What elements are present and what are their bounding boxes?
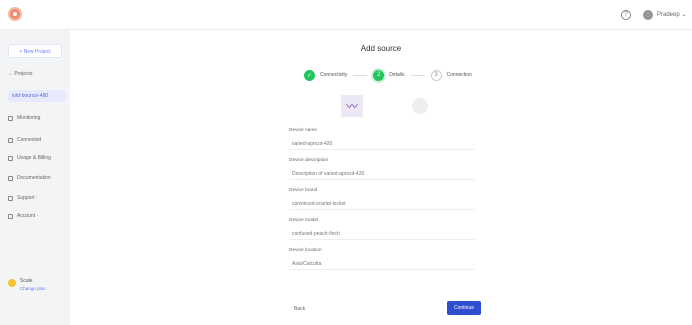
sidebar: + New Project ← Projects iotd-bounce-480…: [0, 30, 70, 325]
chart-icon: [8, 115, 13, 121]
help-icon: [8, 195, 13, 201]
sidebar-item-label: Account ·: [17, 213, 39, 219]
step-divider: [353, 74, 368, 76]
avatar[interactable]: [643, 10, 653, 20]
device-location-field[interactable]: Asia/Calcutta: [289, 258, 475, 270]
sidebar-item-label: ← Projects: [8, 71, 33, 77]
sidebar-item-label: Connected: [17, 137, 42, 143]
device-model-field[interactable]: confused-peach-finch: [289, 228, 475, 240]
user-menu[interactable]: Pradeep ⌄: [657, 11, 686, 18]
sidebar-item-projects[interactable]: ← Projects: [8, 68, 66, 80]
sidebar-item-documentation[interactable]: Documentation: [8, 172, 66, 184]
step-connection[interactable]: 3 Connection: [430, 69, 472, 81]
top-bar: ? Pradeep ⌄: [0, 0, 692, 30]
sidebar-item-usage-billing[interactable]: Usage & Billing: [8, 152, 66, 164]
sidebar-item-support[interactable]: Support ·: [8, 192, 66, 204]
app-logo-icon[interactable]: [8, 7, 22, 21]
device-model-label: Device model: [289, 218, 319, 223]
step-divider: [410, 74, 425, 76]
sidebar-item-label: Documentation: [17, 175, 51, 181]
step-number: 3: [430, 69, 442, 81]
sidebar-item-current-project[interactable]: iotd-bounce-480: [8, 90, 66, 102]
device-description-label: Device description: [289, 158, 329, 163]
rss-icon[interactable]: 〰: [341, 95, 363, 117]
user-icon: [8, 213, 13, 219]
step-connectivity[interactable]: ✓ Connectivity: [304, 69, 348, 81]
device-brand-label: Device brand: [289, 188, 318, 193]
plug-icon: [8, 137, 13, 143]
sidebar-item-monitoring[interactable]: Monitoring: [8, 112, 66, 124]
sidebar-item-label: Usage & Billing: [17, 155, 51, 161]
device-name-label: Device name: [289, 128, 317, 133]
check-icon: ✓: [304, 69, 315, 81]
step-number: 2: [373, 69, 385, 81]
main-content: Add source ✓ Connectivity 2 Details 3 Co…: [70, 30, 692, 325]
sidebar-item-account[interactable]: Account ·: [8, 210, 66, 222]
new-project-button[interactable]: + New Project: [8, 44, 62, 58]
change-plan-link[interactable]: Change plan: [20, 286, 46, 291]
device-description-field[interactable]: Description of varied-apricot-420: [289, 168, 475, 180]
wallet-icon: [8, 155, 13, 161]
sidebar-item-label: iotd-bounce-480: [12, 93, 49, 99]
stepper: ✓ Connectivity 2 Details 3 Connection: [304, 68, 472, 82]
step-label: Connection: [446, 72, 472, 78]
step-details[interactable]: 2 Details: [373, 69, 405, 81]
plan-label: Scale: [20, 278, 33, 284]
plan-icon: [8, 279, 16, 287]
device-placeholder-icon: [412, 98, 428, 114]
document-icon: [8, 175, 13, 181]
continue-button[interactable]: Continue: [447, 301, 481, 315]
back-button[interactable]: Back: [294, 306, 305, 312]
sidebar-item-connected[interactable]: Connected: [8, 134, 66, 146]
device-location-label: Device location: [289, 248, 322, 253]
device-name-field[interactable]: varied-apricot-420: [289, 138, 475, 150]
help-icon[interactable]: ?: [621, 10, 631, 20]
device-brand-field[interactable]: convinced-scarlet-locket: [289, 198, 475, 210]
sidebar-item-label: Monitoring: [17, 115, 41, 121]
sidebar-item-label: Support ·: [17, 195, 38, 201]
page-title: Add source: [360, 44, 402, 53]
step-label: Details: [389, 72, 405, 78]
step-label: Connectivity: [320, 72, 348, 78]
